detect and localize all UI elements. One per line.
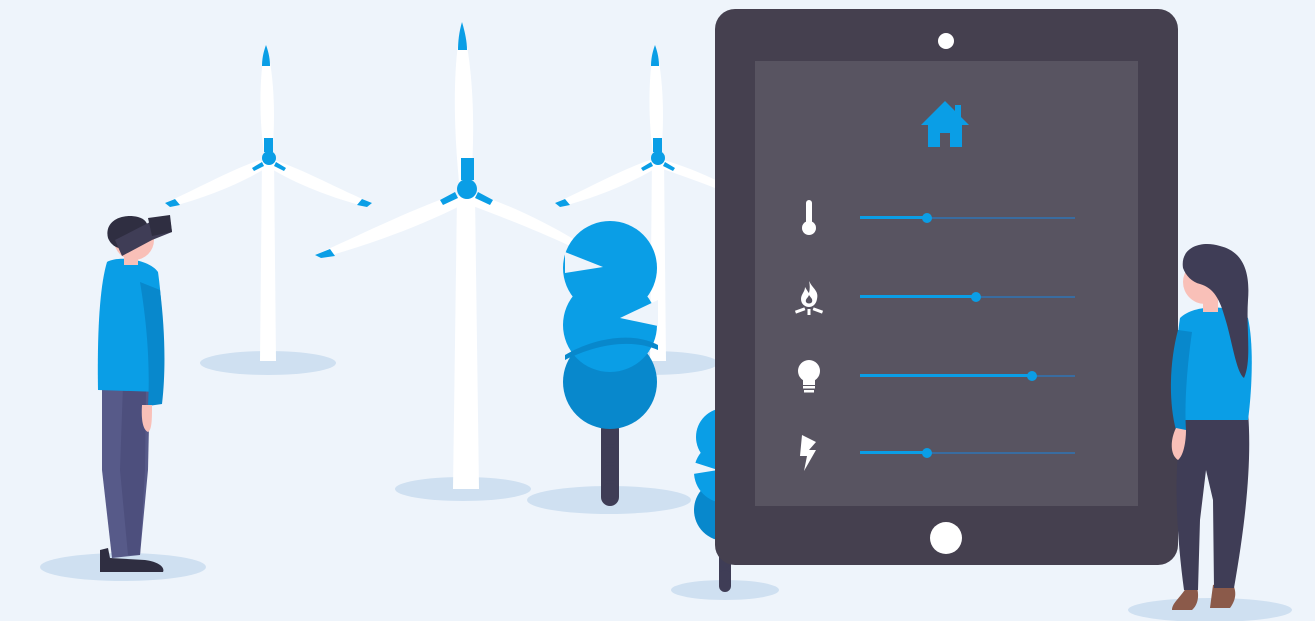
lightning-bolt-icon [785, 433, 833, 473]
heating-slider-fill [860, 295, 977, 298]
temperature-slider-thumb[interactable] [921, 213, 932, 223]
control-row-heating [785, 277, 1115, 317]
lighting-slider[interactable] [860, 371, 1075, 381]
control-row-lighting [785, 356, 1115, 396]
home-icon[interactable] [919, 97, 971, 149]
person-with-vr-headset [97, 215, 172, 572]
flame-icon [785, 277, 833, 317]
tablet-home-button [930, 522, 962, 554]
person-woman [1170, 244, 1252, 610]
power-slider-fill [860, 451, 927, 454]
lighting-slider-thumb[interactable] [1027, 371, 1037, 381]
lightbulb-icon [785, 356, 833, 396]
control-row-temperature [785, 198, 1115, 238]
temperature-slider[interactable] [860, 213, 1075, 223]
wind-turbine-center [315, 22, 575, 489]
wind-turbine-left [165, 45, 372, 361]
heating-slider[interactable] [860, 292, 1075, 302]
tablet-screen [755, 61, 1138, 506]
temperature-slider-fill [860, 216, 927, 219]
power-slider-thumb[interactable] [921, 448, 932, 458]
tablet-camera [938, 33, 954, 49]
thermometer-icon [785, 198, 833, 238]
heating-slider-thumb[interactable] [971, 292, 982, 302]
tree-large [563, 221, 658, 506]
control-row-power [785, 433, 1115, 473]
power-slider[interactable] [860, 448, 1075, 458]
lighting-slider-fill [860, 374, 1032, 377]
